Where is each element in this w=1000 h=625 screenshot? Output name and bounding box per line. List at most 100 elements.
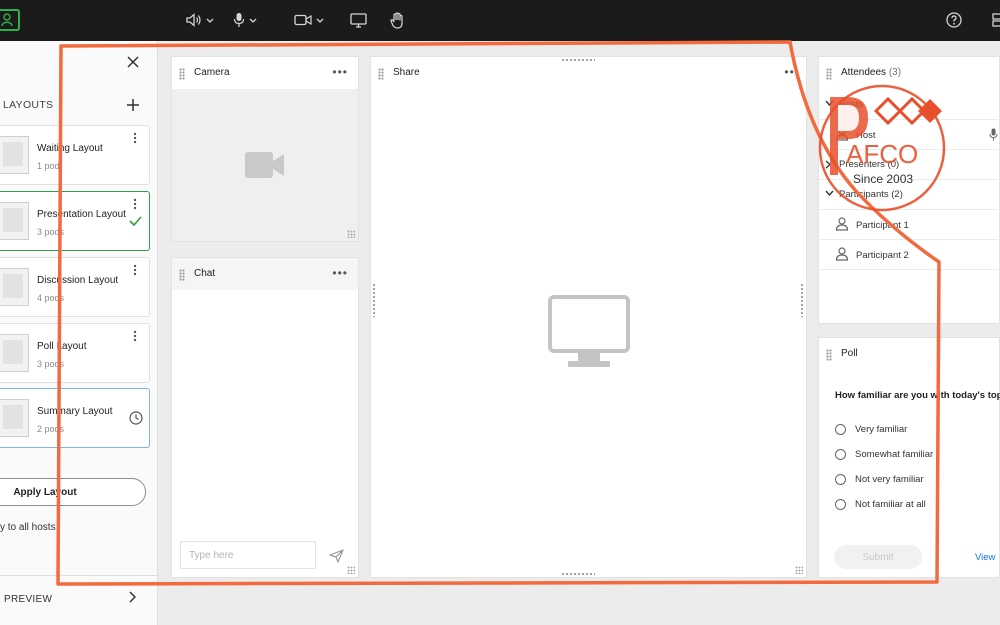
layout-name: Waiting Layout bbox=[37, 143, 103, 154]
preview-label: PREVIEW bbox=[4, 594, 53, 605]
radio-button[interactable] bbox=[835, 473, 846, 485]
drag-handle-icon[interactable] bbox=[826, 68, 832, 80]
radio-button[interactable] bbox=[835, 498, 846, 510]
chevron-right-icon bbox=[825, 160, 831, 169]
drag-handle-icon[interactable] bbox=[179, 269, 185, 281]
layout-card-poll[interactable]: Poll Layout 3 pods bbox=[0, 323, 150, 383]
top-toolbar bbox=[0, 0, 1000, 41]
layout-card-presentation[interactable]: Presentation Layout 3 pods bbox=[0, 191, 150, 251]
microphone-icon bbox=[233, 13, 245, 27]
pod-title: Camera bbox=[194, 67, 230, 78]
pod-header[interactable]: Poll bbox=[819, 338, 999, 370]
layout-name: Presentation Layout bbox=[37, 209, 126, 220]
grid-icon bbox=[992, 13, 1000, 27]
poll-option-label: Not very familiar bbox=[855, 473, 924, 485]
layout-pod-count: 3 pods bbox=[37, 227, 65, 237]
layout-card-summary[interactable]: Summary Layout 2 pods bbox=[0, 388, 150, 448]
participants-label: Participants (2) bbox=[839, 189, 903, 200]
layout-thumbnail bbox=[0, 399, 29, 437]
speaker-dropdown[interactable] bbox=[186, 10, 214, 30]
layout-name: Summary Layout bbox=[37, 406, 113, 417]
microphone-icon bbox=[989, 128, 998, 141]
poll-option[interactable]: Somewhat familiar bbox=[835, 447, 933, 461]
chevron-down-icon bbox=[825, 190, 834, 196]
presenters-group-row[interactable]: Presenters (0) bbox=[819, 150, 1000, 180]
preview-section-toggle[interactable]: PREVIEW bbox=[0, 575, 158, 623]
poll-pod: Poll How familiar are you with today's t… bbox=[818, 337, 1000, 578]
video-camera-icon bbox=[294, 14, 312, 26]
pod-menu-icon[interactable]: ••• bbox=[784, 65, 800, 79]
add-layout-button[interactable] bbox=[127, 97, 139, 113]
layout-grid-button[interactable] bbox=[992, 10, 1000, 30]
chevron-down-icon bbox=[825, 100, 834, 106]
monitor-icon bbox=[350, 12, 367, 28]
share-placeholder bbox=[371, 89, 806, 577]
chevron-down-icon bbox=[249, 18, 257, 23]
camera-dropdown[interactable] bbox=[294, 10, 324, 30]
hosts-label: Hosts bbox=[839, 99, 864, 110]
hosts-group-row[interactable]: Hosts bbox=[819, 90, 1000, 120]
drag-handle-icon[interactable] bbox=[378, 68, 384, 80]
poll-option-label: Not familiar at all bbox=[855, 498, 926, 510]
apply-layout-button[interactable]: Apply Layout bbox=[0, 478, 146, 506]
layout-card-discussion[interactable]: Discussion Layout 4 pods bbox=[0, 257, 150, 317]
share-screen-button[interactable] bbox=[350, 10, 367, 30]
pod-title: Attendees (3) bbox=[841, 67, 901, 78]
layout-pod-count: 3 pods bbox=[37, 359, 65, 369]
top-splitter-handle[interactable] bbox=[561, 58, 595, 62]
layouts-section-title: LAYOUTS bbox=[3, 99, 54, 111]
poll-submit-button[interactable]: Submit bbox=[834, 545, 922, 569]
camera-placeholder bbox=[172, 89, 358, 241]
left-splitter-handle[interactable] bbox=[372, 283, 376, 317]
poll-option[interactable]: Very familiar bbox=[835, 422, 907, 436]
more-options-icon[interactable] bbox=[133, 264, 137, 276]
chat-input[interactable] bbox=[181, 542, 315, 568]
bottom-splitter-handle[interactable] bbox=[561, 572, 595, 576]
radio-button[interactable] bbox=[835, 448, 846, 460]
close-panel-button[interactable] bbox=[126, 55, 140, 69]
resize-handle-icon[interactable] bbox=[347, 230, 355, 238]
poll-option[interactable]: Not familiar at all bbox=[835, 497, 926, 511]
drag-handle-icon[interactable] bbox=[826, 349, 832, 361]
plus-icon bbox=[127, 99, 139, 111]
hand-icon bbox=[390, 11, 403, 29]
pod-header[interactable]: Chat ••• bbox=[172, 258, 358, 290]
user-status-icon[interactable] bbox=[0, 9, 20, 31]
layout-name: Poll Layout bbox=[37, 341, 87, 352]
drag-handle-icon[interactable] bbox=[179, 68, 185, 80]
poll-option[interactable]: Not very familiar bbox=[835, 472, 924, 486]
microphone-dropdown[interactable] bbox=[233, 10, 257, 30]
resize-handle-icon[interactable] bbox=[347, 566, 355, 574]
chevron-down-icon bbox=[316, 18, 324, 23]
radio-button[interactable] bbox=[835, 423, 846, 435]
pod-header[interactable]: Attendees (3) bbox=[819, 57, 999, 89]
participant-row[interactable]: Participant 2 bbox=[819, 240, 1000, 270]
layout-thumbnail bbox=[0, 136, 29, 174]
presenters-label: Presenters (0) bbox=[839, 159, 900, 170]
host-row[interactable]: Host bbox=[819, 120, 1000, 150]
more-options-icon[interactable] bbox=[133, 132, 137, 144]
layout-thumbnail bbox=[0, 202, 29, 240]
right-splitter-handle[interactable] bbox=[800, 283, 804, 317]
video-camera-icon bbox=[245, 152, 284, 178]
more-options-icon[interactable] bbox=[133, 198, 137, 210]
participants-group-row[interactable]: Participants (2) bbox=[819, 180, 1000, 210]
checkmark-icon bbox=[129, 216, 142, 226]
participant-row[interactable]: Participant 1 bbox=[819, 210, 1000, 240]
poll-option-label: Very familiar bbox=[855, 423, 908, 435]
layout-card-waiting[interactable]: Waiting Layout 1 pod bbox=[0, 125, 150, 185]
pod-menu-icon[interactable]: ••• bbox=[332, 65, 348, 79]
help-button[interactable] bbox=[946, 10, 962, 30]
more-options-icon[interactable] bbox=[133, 330, 137, 342]
pod-header[interactable]: Camera ••• bbox=[172, 57, 358, 89]
monitor-icon bbox=[547, 295, 630, 367]
send-icon[interactable] bbox=[329, 549, 344, 563]
person-icon bbox=[835, 127, 849, 141]
raise-hand-button[interactable] bbox=[390, 10, 405, 30]
resize-handle-icon[interactable] bbox=[795, 566, 803, 574]
clock-icon bbox=[129, 411, 143, 425]
camera-pod: Camera ••• bbox=[171, 56, 359, 242]
poll-view-link[interactable]: View bbox=[975, 552, 995, 563]
pod-menu-icon[interactable]: ••• bbox=[332, 266, 348, 280]
pod-title: Share bbox=[393, 67, 420, 78]
